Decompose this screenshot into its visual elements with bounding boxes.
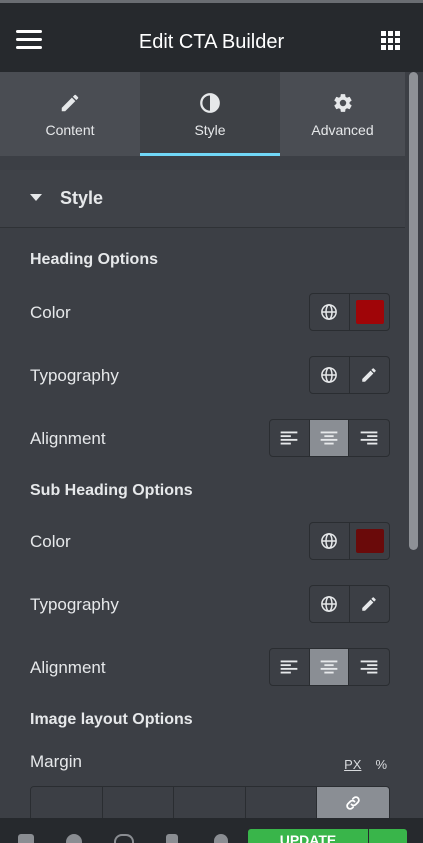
heading-color-picker[interactable] [350, 294, 390, 330]
globe-icon [321, 304, 338, 320]
align-center-icon [320, 660, 338, 674]
align-right-icon [360, 431, 378, 445]
subheading-alignment-label: Alignment [30, 658, 106, 677]
tab-style-label: Style [194, 122, 226, 138]
tab-advanced-label: Advanced [311, 122, 374, 138]
style-section-toggle[interactable]: Style [0, 170, 405, 228]
tab-content[interactable]: Content [0, 72, 140, 156]
preview-icon[interactable] [214, 834, 228, 843]
heading-color-label: Color [30, 303, 71, 322]
settings-icon[interactable] [18, 834, 34, 843]
link-icon [346, 796, 360, 810]
tab-content-label: Content [45, 122, 95, 138]
subheading-options-title: Sub Heading Options [30, 482, 193, 499]
align-left-button[interactable] [270, 649, 310, 685]
link-values-button[interactable] [317, 787, 389, 818]
gear-icon [333, 94, 352, 112]
subheading-color-control [309, 522, 390, 560]
editor-header: Edit CTA Builder [0, 0, 423, 72]
caret-down-icon [30, 194, 42, 201]
subheading-color-picker[interactable] [350, 523, 390, 559]
margin-bottom-input[interactable] [174, 787, 246, 818]
subheading-typography-label: Typography [30, 595, 119, 614]
color-swatch [355, 300, 384, 324]
pencil-icon [362, 597, 377, 611]
margin-left-input[interactable] [245, 787, 318, 818]
align-right-icon [360, 660, 378, 674]
globe-icon [321, 596, 338, 612]
history-icon[interactable] [114, 834, 134, 843]
margin-top-input[interactable] [31, 787, 103, 818]
subheading-typography-control [309, 585, 390, 623]
global-typography-button[interactable] [310, 357, 350, 393]
heading-typography-control [309, 356, 390, 394]
panel-title: Edit CTA Builder [138, 31, 285, 53]
panel-scrollbar[interactable] [405, 72, 423, 818]
update-button[interactable]: UPDATE [248, 829, 368, 843]
pencil-icon [362, 368, 377, 382]
tab-style[interactable]: Style [140, 72, 280, 156]
align-center-button[interactable] [309, 420, 350, 456]
layers-icon[interactable] [66, 834, 82, 843]
globe-icon [321, 367, 338, 383]
align-right-button[interactable] [349, 649, 389, 685]
subheading-alignment-control [269, 648, 390, 686]
margin-label: Margin [30, 752, 82, 771]
align-center-button[interactable] [309, 649, 350, 685]
align-left-icon [280, 660, 298, 674]
global-colors-button[interactable] [310, 523, 350, 559]
align-left-button[interactable] [270, 420, 310, 456]
align-right-button[interactable] [349, 420, 389, 456]
unit-percent-button[interactable]: % [375, 757, 387, 772]
panel-tabs: Content Style Advanced [0, 72, 405, 156]
editor-footer: UPDATE [0, 818, 423, 843]
tab-advanced[interactable]: Advanced [280, 72, 405, 156]
pencil-icon [61, 94, 79, 112]
align-left-icon [280, 431, 298, 445]
margin-dimensions [30, 786, 390, 818]
scrollbar-thumb[interactable] [409, 72, 418, 550]
responsive-icon[interactable] [166, 834, 178, 843]
image-layout-title: Image layout Options [30, 711, 193, 728]
margin-right-input[interactable] [102, 787, 175, 818]
align-center-icon [320, 431, 338, 445]
edit-typography-button[interactable] [350, 357, 390, 393]
contrast-icon [200, 93, 220, 113]
heading-color-control [309, 293, 390, 331]
global-typography-button[interactable] [310, 586, 350, 622]
unit-px-button[interactable]: PX [344, 757, 361, 772]
edit-typography-button[interactable] [350, 586, 390, 622]
save-options-button[interactable] [369, 829, 407, 843]
style-panel: Style Heading Options Color Typography A… [0, 156, 405, 818]
widgets-grid-icon[interactable] [381, 31, 401, 51]
globe-icon [321, 533, 338, 549]
section-title: Style [60, 188, 104, 208]
global-colors-button[interactable] [310, 294, 350, 330]
heading-options-title: Heading Options [30, 251, 158, 268]
heading-alignment-control [269, 419, 390, 457]
unit-switcher: PX % [344, 757, 387, 772]
heading-typography-label: Typography [30, 366, 119, 385]
color-swatch [355, 529, 384, 553]
heading-alignment-label: Alignment [30, 429, 106, 448]
subheading-color-label: Color [30, 532, 71, 551]
